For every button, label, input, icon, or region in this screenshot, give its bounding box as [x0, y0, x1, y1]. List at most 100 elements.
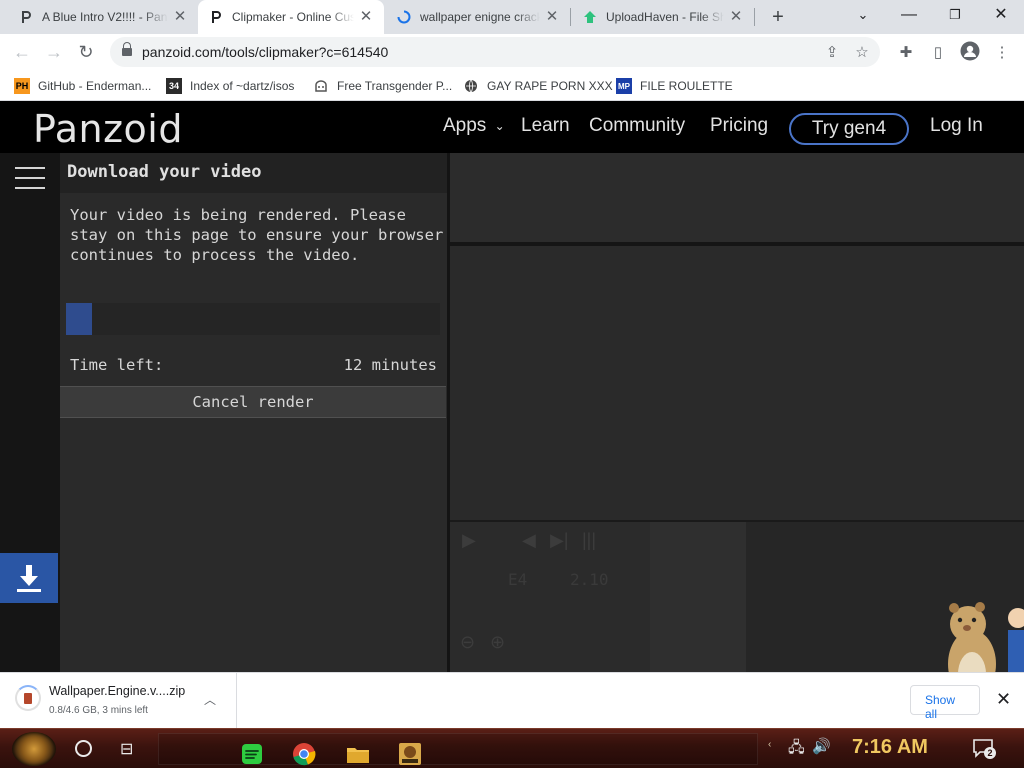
current-time: E4: [508, 570, 528, 589]
hamburger-menu-icon[interactable]: [15, 167, 45, 189]
chevron-up-icon[interactable]: ︿: [204, 691, 216, 708]
taskbar-clock[interactable]: 7:16 AM: [852, 736, 928, 759]
download-filename: Wallpaper.Engine.v....zip: [49, 684, 186, 698]
bookmark-4[interactable]: MP FILE ROULETTE: [616, 75, 733, 97]
tray-overflow-icon[interactable]: ‹: [768, 739, 771, 750]
bookmark-label: GAY RAPE PORN XXX: [487, 79, 613, 93]
close-icon[interactable]: ✕: [544, 9, 560, 25]
nav-learn[interactable]: Learn: [521, 115, 570, 137]
archive-file-icon: [15, 685, 41, 711]
pinned-apps-area: [158, 733, 758, 766]
tab-separator: [570, 8, 571, 26]
extensions-icon[interactable]: ✚: [894, 41, 918, 65]
bookmark-1[interactable]: 34 Index of ~dartz/isos: [166, 75, 294, 97]
close-icon[interactable]: ✕: [358, 9, 374, 25]
chrome-icon[interactable]: [291, 742, 317, 766]
tab-2[interactable]: wallpaper enigne crack ✕: [386, 0, 570, 34]
site-header: Panzoid Apps ⌄ Learn Community Pricing T…: [0, 101, 1024, 153]
menu-kebab-icon[interactable]: ⋮: [990, 41, 1014, 65]
cancel-render-button[interactable]: Cancel render: [60, 386, 446, 418]
bookmark-3[interactable]: GAY RAPE PORN XXX: [463, 75, 613, 97]
time-left-value: 12 minutes: [343, 356, 437, 374]
tab-title: UploadHaven - File Sharing: [606, 10, 724, 24]
bookmark-favicon-icon: 34: [166, 78, 182, 94]
restore-button[interactable]: ❐: [932, 0, 978, 30]
bookmark-2[interactable]: Free Transgender P...: [313, 75, 452, 97]
taskbar: ⊟ ‹ 🖧 🔊 7:16 AM 2: [0, 728, 1024, 768]
file-explorer-icon[interactable]: [345, 742, 371, 766]
notification-center-icon[interactable]: 2: [972, 737, 996, 759]
waveform-icon[interactable]: |||: [582, 530, 596, 551]
panel-title: Download your video: [60, 153, 448, 193]
close-window-button[interactable]: ✕: [978, 0, 1024, 30]
volume-icon[interactable]: ◀: [522, 530, 536, 551]
tab-1[interactable]: Clipmaker - Online Custom Intro Maker ✕: [198, 0, 384, 34]
address-bar[interactable]: panzoid.com/tools/clipmaker?c=614540 ⇪ ☆: [110, 37, 880, 67]
bookmark-favicon-icon: MP: [616, 78, 632, 94]
download-status: 0.8/4.6 GB, 3 mins left: [49, 705, 148, 716]
side-panel-icon[interactable]: ▯: [926, 41, 950, 65]
render-progress-bar: [66, 303, 440, 335]
chevron-down-icon: ⌄: [494, 118, 505, 133]
login-link[interactable]: Log In: [930, 115, 983, 137]
bookmark-label: FILE ROULETTE: [640, 79, 733, 93]
close-icon[interactable]: ✕: [996, 689, 1011, 710]
loading-spinner-icon: [396, 9, 412, 25]
back-arrow-icon[interactable]: ←: [8, 38, 36, 66]
bookmarks-bar: PH GitHub - Enderman... 34 Index of ~dar…: [0, 71, 1024, 101]
try-gen4-button[interactable]: Try gen4: [789, 113, 909, 145]
start-button[interactable]: [12, 732, 56, 766]
url-text[interactable]: panzoid.com/tools/clipmaker?c=614540: [142, 44, 820, 60]
render-message: Your video is being rendered. Please sta…: [70, 206, 444, 264]
new-tab-button[interactable]: +: [766, 5, 790, 29]
globe-icon: [463, 78, 479, 94]
play-icon[interactable]: ▶: [462, 530, 476, 551]
uploadhaven-icon: [582, 9, 598, 25]
close-icon[interactable]: ✕: [728, 9, 744, 25]
browser-toolbar: ← → ↻ panzoid.com/tools/clipmaker?c=6145…: [0, 34, 1024, 71]
lock-icon[interactable]: [122, 42, 132, 57]
share-icon[interactable]: ⇪: [820, 43, 844, 61]
spotify-icon[interactable]: [239, 742, 265, 766]
task-view-icon[interactable]: ⊟: [120, 739, 142, 759]
skip-icon[interactable]: ▶|: [550, 530, 569, 551]
tab-3[interactable]: UploadHaven - File Sharing ✕: [572, 0, 754, 34]
network-icon[interactable]: 🖧: [788, 737, 805, 762]
forward-arrow-icon[interactable]: →: [40, 38, 68, 66]
tab-separator: [754, 8, 755, 26]
zoom-in-icon[interactable]: ⊕: [490, 632, 505, 653]
panzoid-icon: [208, 9, 224, 25]
preview-canvas[interactable]: [450, 246, 1024, 520]
profile-icon[interactable]: [958, 41, 982, 65]
bookmark-label: GitHub - Enderman...: [38, 79, 152, 93]
nav-apps-label: Apps: [443, 115, 487, 136]
game-app-icon[interactable]: [397, 742, 423, 766]
playback-controls: ▶ ◀ ▶| ||| E4 2.10 ⊖ ⊕: [450, 522, 746, 674]
tab-search-icon[interactable]: ⌄: [840, 0, 886, 30]
reload-icon[interactable]: ↻: [72, 38, 100, 66]
show-all-button[interactable]: Show all: [910, 685, 980, 721]
star-icon[interactable]: ☆: [850, 43, 874, 61]
close-icon[interactable]: ✕: [172, 9, 188, 25]
bookmark-0[interactable]: PH GitHub - Enderman...: [14, 75, 151, 97]
tab-title: Clipmaker - Online Custom Intro Maker: [232, 10, 354, 24]
nav-community[interactable]: Community: [589, 115, 685, 137]
panzoid-icon: [18, 9, 34, 25]
zoom-out-icon[interactable]: ⊖: [460, 632, 475, 653]
time-left-label: Time left:: [70, 356, 164, 374]
bookmark-favicon-icon: PH: [14, 78, 30, 94]
render-progress-fill: [66, 303, 92, 335]
download-rail-button[interactable]: [0, 553, 58, 603]
search-circle-icon[interactable]: [75, 740, 92, 757]
minimize-button[interactable]: —: [886, 0, 932, 30]
nav-pricing[interactable]: Pricing: [710, 115, 768, 137]
download-item[interactable]: Wallpaper.Engine.v....zip 0.8/4.6 GB, 3 …: [0, 673, 237, 728]
notification-count-badge: 2: [984, 747, 996, 759]
bookmark-label: Free Transgender P...: [337, 79, 453, 93]
nav-apps[interactable]: Apps ⌄: [443, 115, 505, 137]
tab-0[interactable]: A Blue Intro V2!!!! - Panzoid ✕: [8, 0, 198, 34]
volume-icon[interactable]: 🔊: [812, 737, 831, 755]
site-logo[interactable]: Panzoid: [33, 107, 183, 151]
download-shelf: Wallpaper.Engine.v....zip 0.8/4.6 GB, 3 …: [0, 672, 1024, 728]
total-time: 2.10: [570, 570, 609, 589]
